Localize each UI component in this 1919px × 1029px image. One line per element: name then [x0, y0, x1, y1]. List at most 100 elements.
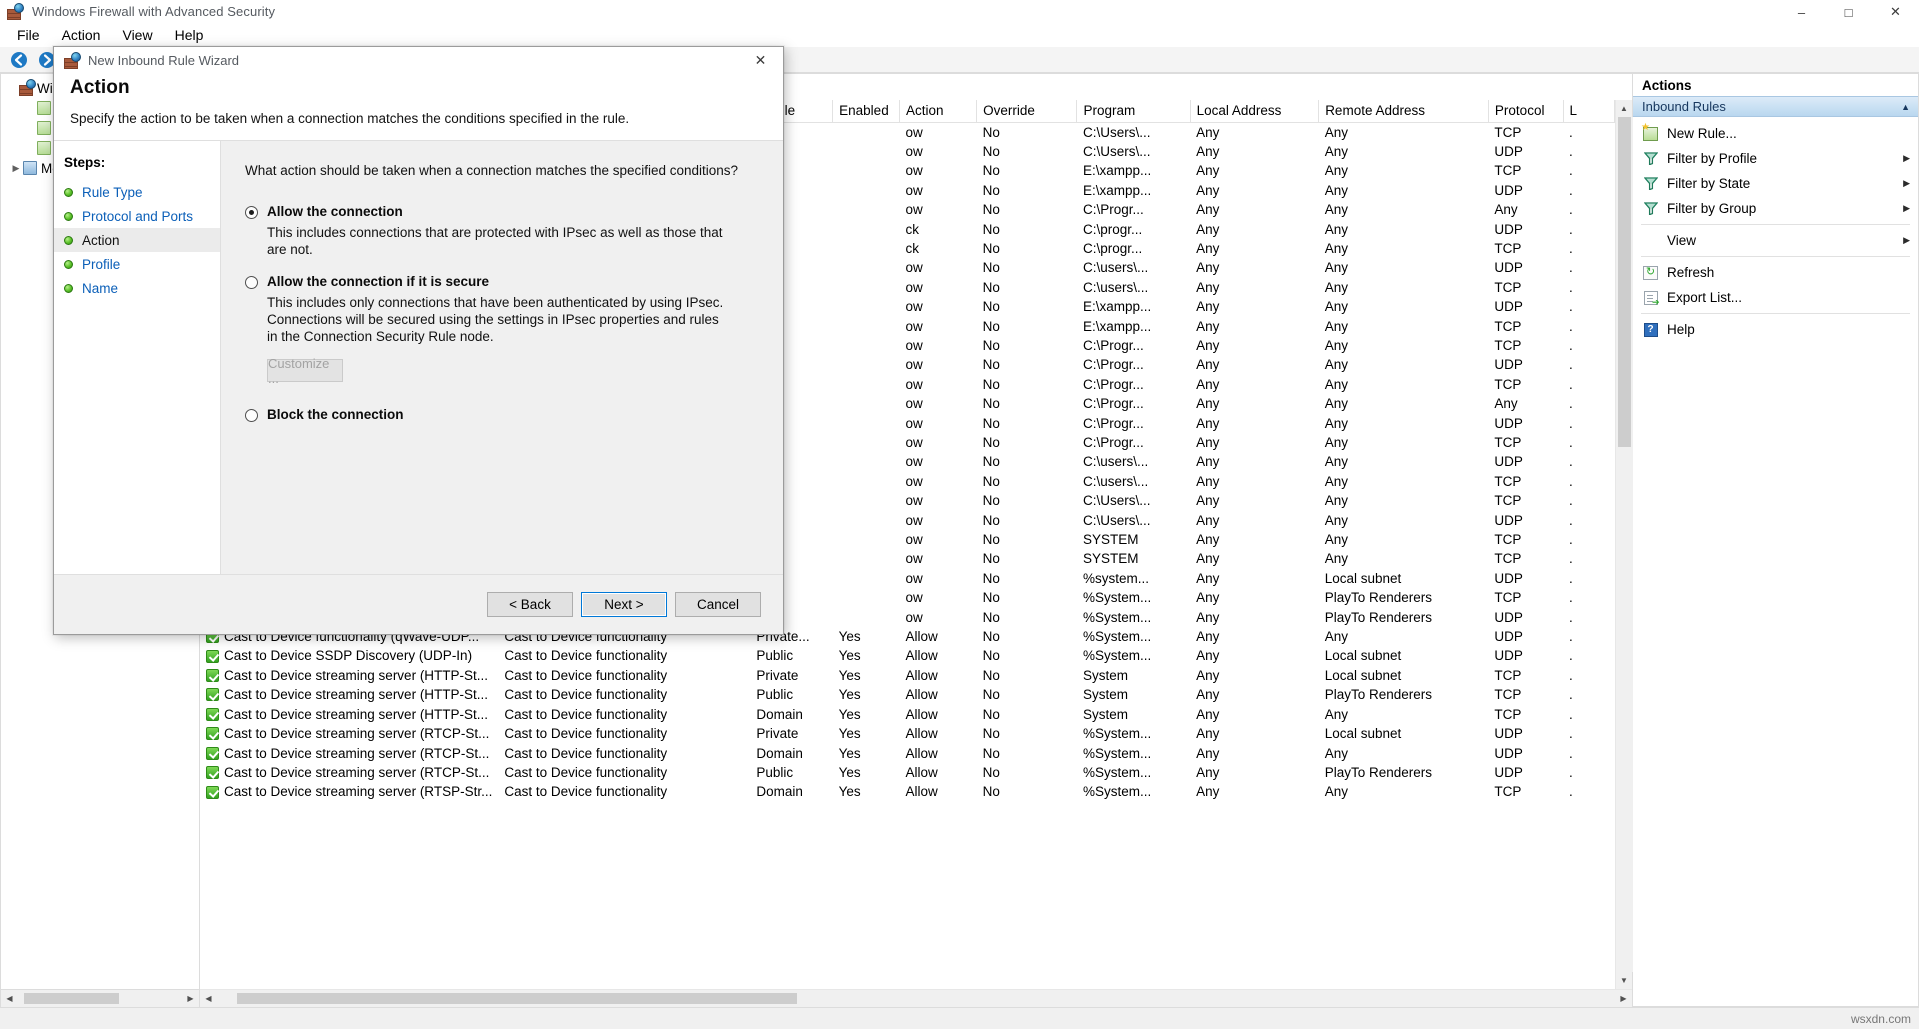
option-allow-the-connection[interactable]: Allow the connection This includes conne…	[245, 204, 765, 258]
option-allow-if-secure[interactable]: Allow the connection if it is secure Thi…	[245, 274, 765, 382]
option-block-the-connection[interactable]: Block the connection	[245, 407, 765, 422]
list-vscroll-thumb[interactable]	[1618, 117, 1631, 447]
wizard-close-button[interactable]: ✕	[738, 47, 783, 74]
cell-local-port: .	[1563, 161, 1615, 180]
next-button[interactable]: Next >	[581, 592, 667, 617]
list-vscroll-track[interactable]	[1616, 117, 1633, 972]
cell-protocol: TCP	[1488, 278, 1563, 297]
cell-remote-address: Any	[1319, 452, 1489, 471]
cell-action: Allow	[900, 646, 977, 665]
cell-local-port: .	[1563, 569, 1615, 588]
radio-allow-if-secure[interactable]	[245, 276, 258, 289]
cell-program: C:\Progr...	[1077, 414, 1190, 433]
menu-view[interactable]: View	[111, 25, 163, 46]
option-description: This includes only connections that have…	[267, 294, 729, 345]
menu-help[interactable]: Help	[164, 25, 215, 46]
close-button[interactable]: ✕	[1872, 0, 1919, 24]
list-hscroll-track[interactable]	[217, 990, 1615, 1007]
tree-hscroll-thumb[interactable]	[24, 993, 119, 1004]
action-refresh[interactable]: ↻ Refresh	[1633, 260, 1918, 285]
chevron-up-icon[interactable]: ▲	[1901, 102, 1910, 112]
menu-action[interactable]: Action	[51, 25, 112, 46]
column-header-protocol[interactable]: Protocol	[1488, 100, 1563, 122]
action-view[interactable]: View ▶	[1633, 228, 1918, 253]
wizard-step-name[interactable]: Name	[54, 276, 220, 300]
table-row[interactable]: Cast to Device SSDP Discovery (UDP-In)Ca…	[200, 646, 1615, 665]
chevron-right-icon[interactable]: ▶	[1903, 203, 1910, 214]
scroll-left-icon[interactable]: ◀	[1, 990, 18, 1007]
list-hscroll-thumb[interactable]	[237, 993, 797, 1004]
scroll-down-icon[interactable]: ▼	[1616, 972, 1633, 989]
cancel-button[interactable]: Cancel	[675, 592, 761, 617]
tree-hscroll-track[interactable]	[18, 990, 182, 1007]
action-filter-by-state[interactable]: Filter by State ▶	[1633, 171, 1918, 196]
radio-allow-the-connection[interactable]	[245, 206, 258, 219]
chevron-right-icon[interactable]: ▶	[9, 163, 23, 174]
cell-action: ow	[900, 258, 977, 277]
table-row[interactable]: Cast to Device streaming server (RTCP-St…	[200, 763, 1615, 782]
cell-program: %System...	[1077, 627, 1190, 646]
table-row[interactable]: Cast to Device streaming server (RTCP-St…	[200, 744, 1615, 763]
maximize-button[interactable]: □	[1825, 0, 1872, 24]
table-row[interactable]: Cast to Device streaming server (HTTP-St…	[200, 666, 1615, 685]
column-header-local-address[interactable]: Local Address	[1190, 100, 1319, 122]
table-row[interactable]: Cast to Device streaming server (HTTP-St…	[200, 685, 1615, 704]
cell-program: System	[1077, 685, 1190, 704]
cell-group: Cast to Device functionality	[498, 724, 750, 743]
table-row[interactable]: Cast to Device streaming server (RTSP-St…	[200, 782, 1615, 801]
rule-name-label: Cast to Device SSDP Discovery (UDP-In)	[224, 646, 472, 665]
column-header-enabled[interactable]: Enabled	[833, 100, 900, 122]
cell-enabled	[833, 355, 900, 374]
cell-local-address: Any	[1190, 433, 1319, 452]
cell-action: ow	[900, 297, 977, 316]
chevron-right-icon[interactable]: ▶	[1903, 235, 1910, 246]
action-export-list[interactable]: Export List...	[1633, 285, 1918, 310]
radio-block-the-connection[interactable]	[245, 409, 258, 422]
actions-group-header-inbound-rules[interactable]: Inbound Rules ▲	[1633, 96, 1918, 117]
wizard-step-rule-type[interactable]: Rule Type	[54, 180, 220, 204]
chevron-right-icon[interactable]: ▶	[1903, 178, 1910, 189]
column-header-program[interactable]: Program	[1077, 100, 1190, 122]
wizard-heading: Action	[70, 77, 767, 99]
back-button[interactable]: < Back	[487, 592, 573, 617]
cell-program: E:\xampp...	[1077, 161, 1190, 180]
action-label: Help	[1667, 322, 1910, 337]
action-filter-by-group[interactable]: Filter by Group ▶	[1633, 196, 1918, 221]
cell-local-port: .	[1563, 181, 1615, 200]
column-header-override[interactable]: Override	[977, 100, 1077, 122]
cell-group: Cast to Device functionality	[498, 782, 750, 801]
list-horizontal-scrollbar[interactable]: ◀ ▶	[200, 989, 1632, 1006]
column-header-action[interactable]: Action	[900, 100, 977, 122]
scroll-up-icon[interactable]: ▲	[1616, 100, 1633, 117]
rule-enabled-icon	[206, 688, 219, 701]
tree-horizontal-scrollbar[interactable]: ◀ ▶	[1, 989, 199, 1006]
action-help[interactable]: ? Help	[1633, 317, 1918, 342]
scroll-left-icon[interactable]: ◀	[200, 990, 217, 1007]
cell-action: ck	[900, 220, 977, 239]
chevron-right-icon[interactable]: ▶	[1903, 153, 1910, 164]
scroll-right-icon[interactable]: ▶	[182, 990, 199, 1007]
cell-remote-address: Any	[1319, 549, 1489, 568]
menu-file[interactable]: File	[6, 25, 51, 46]
minimize-button[interactable]: –	[1778, 0, 1825, 24]
column-header-local-port[interactable]: L	[1563, 100, 1615, 122]
cell-name: Cast to Device streaming server (HTTP-St…	[200, 666, 498, 685]
wizard-step-action[interactable]: Action	[54, 228, 220, 252]
new-inbound-rule-wizard: New Inbound Rule Wizard ✕ Action Specify…	[53, 46, 784, 635]
table-row[interactable]: Cast to Device streaming server (HTTP-St…	[200, 705, 1615, 724]
list-vertical-scrollbar[interactable]: ▲ ▼	[1615, 100, 1632, 989]
wizard-header: Action Specify the action to be taken wh…	[54, 74, 783, 140]
scroll-right-icon[interactable]: ▶	[1615, 990, 1632, 1007]
cell-enabled	[833, 394, 900, 413]
cell-action: ow	[900, 549, 977, 568]
action-new-rule[interactable]: New Rule...	[1633, 121, 1918, 146]
action-filter-by-profile[interactable]: Filter by Profile ▶	[1633, 146, 1918, 171]
column-header-remote-address[interactable]: Remote Address	[1319, 100, 1489, 122]
wizard-step-profile[interactable]: Profile	[54, 252, 220, 276]
back-icon[interactable]	[6, 49, 32, 71]
cell-protocol: UDP	[1488, 142, 1563, 161]
wizard-step-protocol-and-ports[interactable]: Protocol and Ports	[54, 204, 220, 228]
cell-program: %System...	[1077, 588, 1190, 607]
table-row[interactable]: Cast to Device streaming server (RTCP-St…	[200, 724, 1615, 743]
cell-enabled: Yes	[833, 627, 900, 646]
